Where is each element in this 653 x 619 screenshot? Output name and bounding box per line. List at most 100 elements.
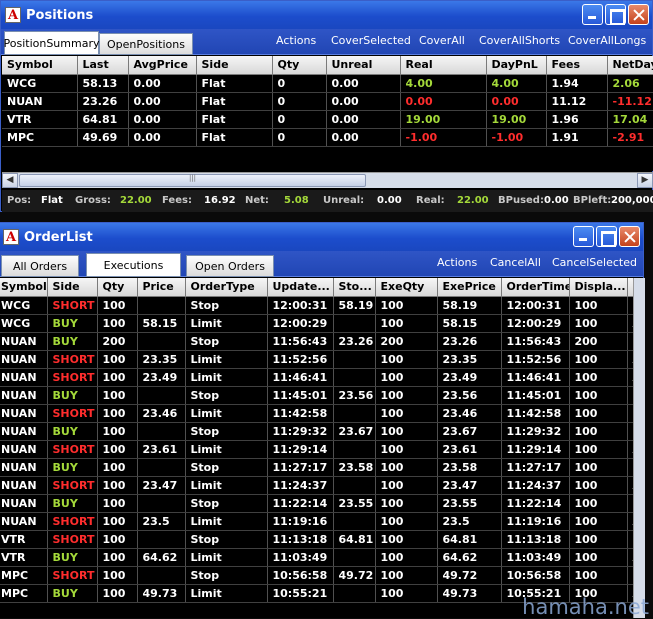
- cell-exeqty: 100: [375, 422, 438, 441]
- cell-displa: 200: [569, 332, 628, 351]
- tab-open-positions[interactable]: OpenPositions: [99, 33, 193, 55]
- cell-real: 4.00: [400, 74, 487, 93]
- execution-row[interactable]: MPC SHORT 100 Stop 10:56:58 49.72 100 49.72 10:5…: [0, 566, 633, 585]
- cell-sto: [333, 314, 376, 333]
- cell-exeqty: 100: [375, 476, 438, 495]
- execution-row[interactable]: NUAN SHORT 100 23.5 Limit 11:19:16 100 23.5 11:1…: [0, 512, 633, 531]
- maximize-button[interactable]: [596, 226, 617, 247]
- column-header-side[interactable]: Side: [196, 56, 273, 75]
- execution-row[interactable]: NUAN BUY 100 Stop 11:45:01 23.56 100 23.56 11:45…: [0, 386, 633, 405]
- cancel-all-button[interactable]: CancelAll: [490, 256, 541, 269]
- cell-netday: 2.06: [607, 74, 653, 93]
- cell-qty: 100: [97, 386, 138, 405]
- execution-row[interactable]: NUAN BUY 100 Stop 11:22:14 23.55 100 23.55 11:22…: [0, 494, 633, 513]
- cell-side: Flat: [196, 110, 273, 129]
- orderlist-titlebar[interactable]: A OrderList: [0, 223, 643, 251]
- execution-row[interactable]: NUAN SHORT 100 23.46 Limit 11:42:58 100 23.46 11…: [0, 404, 633, 423]
- cell-side: BUY: [47, 548, 98, 567]
- column-header-price[interactable]: Price: [137, 278, 186, 297]
- tab-all-orders[interactable]: All Orders: [1, 255, 79, 277]
- scrollbar-thumb[interactable]: [19, 174, 366, 187]
- execution-row[interactable]: NUAN BUY 100 Stop 11:29:32 23.67 100 23.67 11:29…: [0, 422, 633, 441]
- tab-open-orders[interactable]: Open Orders: [186, 255, 274, 277]
- column-header-unreal[interactable]: Unreal: [326, 56, 401, 75]
- cell-side: BUY: [47, 332, 98, 351]
- cell-ordertype: Limit: [185, 584, 268, 603]
- column-header-exeprice[interactable]: ExePrice: [437, 278, 502, 297]
- column-header-last[interactable]: Last: [77, 56, 129, 75]
- tab-position-summary[interactable]: PositionSummary: [4, 31, 100, 55]
- cell-avgprice: 0.00: [128, 74, 197, 93]
- column-header-displa[interactable]: Displa...: [569, 278, 628, 297]
- execution-row[interactable]: WCG BUY 100 58.15 Limit 12:00:29 100 58.15 12:00…: [0, 314, 633, 333]
- orderlist-actions-menu[interactable]: Actions: [437, 256, 477, 269]
- execution-row[interactable]: NUAN SHORT 100 23.47 Limit 11:24:37 100 23.47 11…: [0, 476, 633, 495]
- execution-row[interactable]: NUAN BUY 200 Stop 11:56:43 23.26 200 23.26 11:56…: [0, 332, 633, 351]
- cell-exeprice: 49.72: [437, 566, 502, 585]
- column-header-avgprice[interactable]: AvgPrice: [128, 56, 197, 75]
- column-header-sto[interactable]: Sto...: [333, 278, 376, 297]
- column-header-symbol[interactable]: Symbol: [0, 278, 48, 297]
- column-header-update[interactable]: Update...: [267, 278, 334, 297]
- cell-symbol: NUAN: [0, 422, 48, 441]
- cover-selected-button[interactable]: CoverSelected: [331, 34, 411, 47]
- close-button[interactable]: [628, 4, 649, 25]
- cell-exeprice: 23.47: [437, 476, 502, 495]
- scroll-right-icon[interactable]: ▶: [637, 173, 653, 188]
- execution-row[interactable]: NUAN SHORT 100 23.61 Limit 11:29:14 100 23.61 11…: [0, 440, 633, 459]
- positions-titlebar[interactable]: A Positions: [1, 1, 652, 29]
- minimize-button[interactable]: [573, 226, 594, 247]
- cell-symbol: NUAN: [0, 494, 48, 513]
- column-header-symbol[interactable]: Symbol: [2, 56, 78, 75]
- orderlist-vertical-scrollbar[interactable]: [633, 278, 645, 618]
- cell-fees: 1.94: [546, 74, 608, 93]
- column-header-exeqty[interactable]: ExeQty: [375, 278, 438, 297]
- positions-horizontal-scrollbar[interactable]: ◀ ▶: [2, 172, 653, 188]
- cell-qty: 100: [97, 458, 138, 477]
- cell-update: 11:03:49: [267, 548, 334, 567]
- cell-qty: 200: [97, 332, 138, 351]
- cell-qty: 100: [97, 404, 138, 423]
- close-button[interactable]: [619, 226, 640, 247]
- minimize-button[interactable]: [582, 4, 603, 25]
- scroll-left-icon[interactable]: ◀: [2, 173, 18, 188]
- execution-row[interactable]: WCG SHORT 100 Stop 12:00:31 58.19 100 58.19 12:0…: [0, 296, 633, 315]
- execution-row[interactable]: VTR SHORT 100 Stop 11:13:18 64.81 100 64.81 11:1…: [0, 530, 633, 549]
- column-header-netday[interactable]: NetDay: [607, 56, 653, 75]
- cell-exeprice: 23.46: [437, 404, 502, 423]
- cover-all-shorts-button[interactable]: CoverAllShorts: [479, 34, 560, 47]
- column-header-ordertype[interactable]: OrderType: [185, 278, 268, 297]
- cell-exeqty: 100: [375, 296, 438, 315]
- column-header-qty[interactable]: Qty: [272, 56, 327, 75]
- cell-ordertime: 12:00:29: [501, 314, 570, 333]
- column-header-qty[interactable]: Qty: [97, 278, 138, 297]
- tab-executions[interactable]: Executions: [86, 253, 181, 277]
- position-row[interactable]: WCG 58.13 0.00 Flat 0 0.00 4.00 4.00 1.94 2.06: [2, 74, 653, 93]
- position-row[interactable]: VTR 64.81 0.00 Flat 0 0.00 19.00 19.00 1.96 17.04: [2, 110, 653, 129]
- maximize-button[interactable]: [605, 4, 626, 25]
- cell-exeprice: 64.81: [437, 530, 502, 549]
- cell-qty: 100: [97, 296, 138, 315]
- cancel-selected-button[interactable]: CancelSelected: [552, 256, 637, 269]
- position-row[interactable]: NUAN 23.26 0.00 Flat 0 0.00 0.00 0.00 11.12 -11.1…: [2, 92, 653, 111]
- column-header-fees[interactable]: Fees: [546, 56, 608, 75]
- cover-all-button[interactable]: CoverAll: [419, 34, 465, 47]
- column-header-side[interactable]: Side: [47, 278, 98, 297]
- cell-price: 23.35: [137, 350, 186, 369]
- cell-displa: 100: [569, 314, 628, 333]
- column-header-daypnl[interactable]: DayPnL: [486, 56, 547, 75]
- column-header-real[interactable]: Real: [400, 56, 487, 75]
- cell-update: 11:19:16: [267, 512, 334, 531]
- net-label: Net:: [245, 195, 269, 206]
- cell-side: BUY: [47, 386, 98, 405]
- cover-all-longs-button[interactable]: CoverAllLongs: [568, 34, 646, 47]
- execution-row[interactable]: VTR BUY 100 64.62 Limit 11:03:49 100 64.62 11:03…: [0, 548, 633, 567]
- position-row[interactable]: MPC 49.69 0.00 Flat 0 0.00 -1.00 -1.00 1.91 -2.91: [2, 128, 653, 147]
- execution-row[interactable]: NUAN BUY 100 Stop 11:27:17 23.58 100 23.58 11:27…: [0, 458, 633, 477]
- positions-actions-menu[interactable]: Actions: [276, 34, 316, 47]
- app-logo-icon: A: [5, 7, 21, 23]
- execution-row[interactable]: NUAN SHORT 100 23.35 Limit 11:52:56 100 23.35 11…: [0, 350, 633, 369]
- execution-row[interactable]: NUAN SHORT 100 23.49 Limit 11:46:41 100 23.49 11…: [0, 368, 633, 387]
- column-header-ordertime[interactable]: OrderTime: [501, 278, 570, 297]
- cell-update: 11:29:32: [267, 422, 334, 441]
